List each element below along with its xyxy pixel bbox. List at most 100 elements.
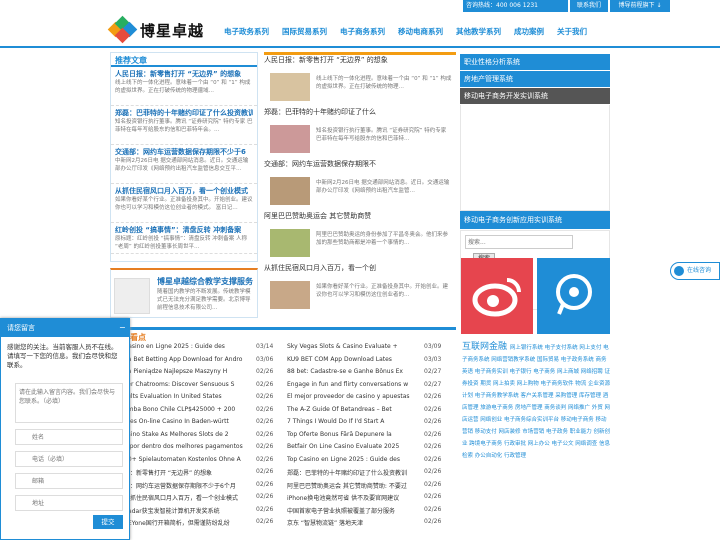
hot-link[interactable]: 郑磊：巴菲特的十年赌约印证了什么投资教训 (287, 468, 419, 477)
news-title[interactable]: 阿里巴巴赞助奥运会 其它赞助商赞 (264, 211, 456, 221)
article-title[interactable]: 郑磊：巴菲特的十年赌约印证了什么投资教训 (115, 108, 253, 118)
hot-link[interactable]: 88 bet: Cadastre-se e Ganhe Bônus Ex (287, 368, 419, 375)
online-consult[interactable]: 在线咨询 (670, 262, 720, 280)
name-field[interactable] (15, 429, 123, 445)
list-item[interactable]: 从抓住民宿风口月入百万，看一个创 如果你看好某个行业。正准备投身其中。开始创业。… (264, 263, 456, 315)
list-item[interactable]: 人民日报：新零售打开 “无边界” 的想象 线上线下的一体化进程。意味着一个由 “… (264, 55, 456, 107)
hot-link[interactable]: amba Bono Chile CLP$425000 + 200 (124, 406, 252, 413)
nav-item[interactable]: 电子政务系列 (224, 26, 269, 37)
wechat-tile[interactable] (537, 258, 610, 334)
hot-date: 03/14 (256, 343, 274, 350)
hot-link[interactable]: na Bet Betting App Download for Andro (124, 356, 252, 363)
hot-date: 02/26 (424, 468, 442, 475)
hot-link[interactable]: Radar获宝发智能计算机开发奖系统 (124, 506, 252, 515)
hot-date: 02/26 (256, 493, 274, 500)
news-image (270, 229, 310, 257)
hot-link[interactable]: El mejor proveedor de casino y apuestas (287, 393, 419, 400)
hot-link[interactable]: The A-Z Guide Of Betandreas – Bet (287, 406, 419, 413)
hot-link[interactable]: 从抓住民宿风口月入百万，看一个创业模式 (124, 493, 252, 502)
hot-link[interactable]: iPhone换电池竟然可省 供不及要官网建议 (287, 493, 419, 502)
nav-item[interactable]: 成功案例 (514, 26, 544, 37)
hot-link[interactable]: Engage in fun and flirty conversations w (287, 381, 419, 388)
list-item[interactable]: 从抓住民宿风口月入百万，看一个创业模式 如果你看好某个行业。正准备投身其中。开始创… (111, 184, 257, 223)
article-desc: 中新网2月26日电 据交通部网站消息。近日。交通运输部办公厅印发《网络预约出租汽… (115, 158, 249, 172)
hot-date: 02/26 (256, 455, 274, 463)
news-title[interactable]: 人民日报：新零售打开 “无边界” 的想象 (264, 55, 456, 65)
headset-icon (674, 266, 684, 276)
article-title[interactable]: 人民日报：新零售打开 “无边界” 的想象 (115, 69, 253, 79)
list-item[interactable]: 交通部：网约车运营数据保存期限不 中新网2月26日电 据交通部网站消息。近日。交… (264, 159, 456, 211)
hot-link[interactable]: 阿里巴巴赞助奥运会 其它赞助商赞助: 不要过 (287, 481, 419, 490)
hot-link[interactable]: KEYone国行开箱简析，但需谨防纷乱纷 (124, 518, 252, 527)
hot-link[interactable]: ates On-line Casino In Baden-württ (124, 418, 252, 425)
message-title: 请您留言 (1, 319, 129, 337)
hot-link[interactable]: 00+ Spielautomaten Kostenlos Ohne A (124, 456, 252, 463)
tag-list[interactable]: 网上银行系统 电子支付系统 网上支付 电子商务系统 网络营销教学系统 国际贸易 … (462, 345, 610, 459)
sidebar-item[interactable]: 房地产管理系统 (460, 71, 610, 87)
message-textarea[interactable] (15, 383, 123, 423)
hot-link[interactable]: e por dentro dos melhores pagamentos (124, 443, 252, 450)
news-title[interactable]: 郑磊：巴菲特的十年赌约印证了什么 (264, 107, 456, 117)
hot-link[interactable]: 中国首家电子营业执照被覆盖了部分服务 (287, 506, 419, 515)
news-desc: 线上线下的一体化进程。意味着一个由 “0” 和 “1” 构成的虚拟世界。正在打破… (316, 76, 452, 90)
news-title[interactable]: 交通部：网约车运营数据保存期限不 (264, 159, 456, 169)
hot-link[interactable]: Casino en Ligne 2025 : Guide des (124, 343, 252, 350)
nav-item[interactable]: 电子商务系列 (340, 26, 385, 37)
weibo-tile[interactable] (461, 258, 533, 334)
hot-link[interactable]: Betfair On Line Casino Evaluate 2025 (287, 443, 419, 450)
list-item[interactable]: 红岭创投 “搞事情”：清盘反转 冲刺备案 原标题：红岭创投 “搞事情”：清盘反转 … (111, 223, 257, 254)
list-item[interactable]: 人民日报：新零售打开 “无边界” 的想象 线上线下的一体化进程。意味着一个由 “0… (111, 67, 257, 106)
group-link[interactable]: 博导前程旗下 ↓ (610, 0, 670, 12)
nav-item[interactable]: 关于我们 (557, 26, 587, 37)
hot-link[interactable]: na Pieniądze Najlepsze Maszyny H (124, 368, 252, 375)
hot-link[interactable]: sults Evaluation In United States (124, 393, 252, 400)
hot-link[interactable]: asino Stake As Melhores Slots de 2 (124, 431, 252, 438)
logo[interactable]: 博星卓越 (107, 15, 205, 44)
hot-date: 02/26 (424, 418, 442, 425)
list-item[interactable]: 郑磊：巴菲特的十年赌约印证了什么投资教训 知名投资银行执行董事。腾讯 “证券研究院… (111, 106, 257, 145)
submit-button[interactable]: 提交 (93, 515, 123, 529)
recommend-panel: 推荐文章 人民日报：新零售打开 “无边界” 的想象 线上线下的一体化进程。意味着一… (110, 52, 258, 262)
sidebar-item[interactable]: 职业性格分析系统 (460, 54, 610, 70)
message-intro: 感谢您的关注。当前客服人员不在线。请填写一下您的信息。我们会尽快和您联系。 (7, 343, 118, 369)
hot-link[interactable]: ker Chatrooms: Discover Sensuous S (124, 381, 252, 388)
article-title[interactable]: 交通部：网约车运营数据保存期限不少于6 (115, 147, 253, 157)
phone-field[interactable] (15, 451, 123, 467)
tag[interactable]: 互联网金融 (462, 342, 510, 352)
chat-bubble-icon (556, 274, 592, 315)
article-title[interactable]: 红岭创投 “搞事情”：清盘反转 冲刺备案 (115, 225, 253, 235)
article-desc: 线上线下的一体化进程。意味着一个由 “0” 和 “1” 构成的虚拟世界。正在打破… (115, 80, 251, 94)
hot-link[interactable]: 7 Things I Would Do If I'd Start A (287, 418, 419, 425)
hot-date: 02/26 (256, 518, 274, 525)
contact-link[interactable]: 联系我们 (570, 0, 608, 12)
sidebar-item-active[interactable]: 移动电子商务开发实训系统 (460, 88, 610, 104)
logo-text: 博星卓越 (140, 21, 205, 40)
list-item[interactable]: 郑磊：巴菲特的十年赌约印证了什么 知名投资银行执行董事。腾讯 “证券研究院” 特… (264, 107, 456, 159)
hot-link[interactable]: KU9 BET COM App Download Lates (287, 356, 419, 363)
search-input[interactable] (465, 235, 573, 249)
hot-link[interactable]: 磊：网约车运营数据保存期限不少于6个月 (124, 481, 252, 490)
email-field[interactable] (15, 473, 123, 489)
list-item[interactable]: 阿里巴巴赞助奥运会 其它赞助商赞 阿里巴巴赞助奥运的身份参加了平昌冬奥会。他们来… (264, 211, 456, 263)
hot-link[interactable]: 京东 “智慧物流链” 落地天津 (287, 518, 419, 527)
hot-date: 02/26 (256, 430, 274, 438)
hot-link[interactable]: 报：新零售打开 “无边界” 的想象 (124, 468, 252, 477)
article-title[interactable]: 从抓住民宿风口月入百万，看一个创业模式 (115, 186, 253, 196)
sidebar-item[interactable]: 移动电子商务创新应用实训系统 (460, 211, 610, 229)
news-title[interactable]: 从抓住民宿风口月入百万，看一个创 (264, 263, 456, 273)
news-image (270, 281, 310, 309)
address-field[interactable] (15, 495, 123, 511)
hot-link[interactable]: Sky Vegas Slots & Casino Evaluate + (287, 343, 419, 350)
hot-link[interactable]: Top Oferte Bonus Fără Depunere la (287, 431, 419, 438)
minimize-icon[interactable]: − (119, 323, 126, 332)
nav-item[interactable]: 国际贸易系列 (282, 26, 327, 37)
hot-date: 02/27 (424, 380, 442, 388)
recommend-title: 推荐文章 (111, 53, 257, 67)
article-desc: 如果你看好某个行业。正准备投身其中。开始创业。建议你也可以学习和模仿这位创业者的… (115, 197, 253, 211)
nav-item[interactable]: 移动电商系列 (398, 26, 443, 37)
platform-title[interactable]: 博星卓越综合教学支撑服务 (157, 276, 253, 287)
hot-link[interactable]: Top Casino en Ligne 2025 : Guide des (287, 456, 419, 463)
list-item[interactable]: 交通部：网约车运营数据保存期限不少于6 中新网2月26日电 据交通部网站消息。近日… (111, 145, 257, 184)
nav-item[interactable]: 其他教学系列 (456, 26, 501, 37)
hot-date: 02/26 (424, 405, 442, 413)
